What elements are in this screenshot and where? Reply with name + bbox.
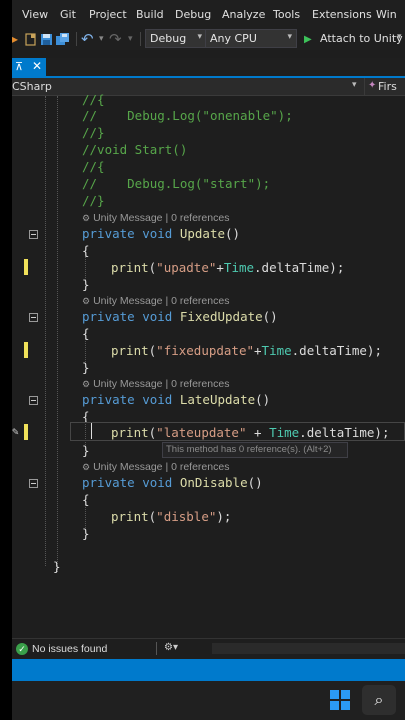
code-line: //} [82,193,105,208]
menu-window[interactable]: Win [376,8,397,21]
code-line: print("upadte"+Time.deltaTime); [111,260,345,275]
class-icon: ✦ [368,80,377,91]
windows-logo[interactable] [330,690,350,710]
project-dropdown[interactable]: CSharp [12,80,52,93]
code-line: } [82,277,90,292]
windows-taskbar: ⌕ [12,681,405,720]
method-declaration-update: private void Update() [82,226,241,241]
menu-git[interactable]: Git [60,8,76,21]
issues-status[interactable]: No issues found [32,643,107,655]
code-line: } [82,360,90,375]
ide-window: View Git Project Build Debug Analyze Too… [12,0,405,720]
horizontal-scrollbar[interactable] [212,643,405,654]
lightbulb-icon[interactable]: ✎ [12,425,19,438]
check-icon[interactable]: ✓ [16,643,28,655]
code-line: } [82,443,90,458]
code-editor[interactable]: //{ // Debug.Log("onenable"); //} //void… [12,92,405,636]
attach-dropdown-icon[interactable]: ▾ [397,32,402,42]
code-line: //{ [82,159,105,174]
gear-icon: ⚙ [82,379,91,389]
code-line: } [53,559,61,574]
code-line: { [82,243,90,258]
fold-toggle[interactable] [29,313,38,322]
menu-extensions[interactable]: Extensions [312,8,372,21]
method-declaration-fixedupdate: private void FixedUpdate() [82,309,278,324]
code-line: //} [82,125,105,140]
fold-toggle[interactable] [29,396,38,405]
menu-view[interactable]: View [22,8,48,21]
search-icon[interactable]: ⌕ [362,685,396,715]
menu-tools[interactable]: Tools [273,8,300,21]
redo-dropdown-icon[interactable]: ▾ [128,31,133,47]
fold-toggle[interactable] [29,230,38,239]
method-declaration-lateupdate: private void LateUpdate() [82,392,271,407]
nav-divider [364,78,365,96]
issues-separator [156,642,157,655]
change-marker [24,342,28,358]
change-marker [24,259,28,275]
toolbar: ▸ ↶ ▾ ↷ ▾ Debug ▾ Any CPU ▾ ▶ Attach to … [12,28,405,50]
code-line: // Debug.Log("onenable"); [82,108,293,123]
indent-guide [45,96,46,566]
issues-bar: ✓ No issues found ⚙▾ [12,638,405,658]
attach-to-unity-button[interactable]: Attach to Unity [320,32,403,45]
fold-toggle[interactable] [29,479,38,488]
menu-analyze[interactable]: Analyze [222,8,265,21]
undo-dropdown-icon[interactable]: ▾ [99,31,104,47]
status-bar [12,659,405,681]
codelens-hint[interactable]: ⚙ Unity Message | 0 references [82,294,229,308]
new-file-icon[interactable] [22,31,38,47]
navigation-bar: CSharp ▾ ✦ Firs [12,78,405,96]
code-line: print("lateupdate" + Time.deltaTime); [111,425,390,440]
text-cursor [91,423,92,439]
chevron-down-icon: ▾ [197,32,202,42]
code-line: { [82,326,90,341]
save-all-icon[interactable] [55,31,71,47]
platform-value: Any CPU [210,32,257,45]
menu-bar: View Git Project Build Debug Analyze Too… [12,0,405,28]
code-line: print("fixedupdate"+Time.deltaTime); [111,343,382,358]
code-line: { [82,492,90,507]
document-tab-strip: ⊼ ✕ [12,58,405,76]
code-line: print("disble"); [111,509,232,524]
brush-dropdown-icon[interactable]: ⚙▾ [164,642,178,653]
code-line: // Debug.Log("start"); [82,176,271,191]
gear-icon: ⚙ [82,213,91,223]
codelens-hint[interactable]: ⚙ Unity Message | 0 references [82,460,229,474]
chevron-down-icon[interactable]: ▾ [352,80,357,90]
active-document-tab[interactable]: ⊼ ✕ [12,58,46,76]
gear-icon: ⚙ [82,462,91,472]
codelens-hint[interactable]: ⚙ Unity Message | 0 references [82,377,229,391]
reference-tooltip: This method has 0 reference(s). (Alt+2) [162,442,348,458]
indent-guide [57,96,58,572]
code-line: } [82,526,90,541]
menu-project[interactable]: Project [89,8,127,21]
change-marker [24,424,28,440]
play-icon[interactable]: ▶ [304,31,312,47]
pin-icon[interactable]: ⊼ [15,60,23,73]
method-declaration-ondisable: private void OnDisable() [82,475,263,490]
chevron-down-icon: ▾ [287,32,292,42]
gear-icon: ⚙ [82,296,91,306]
save-icon[interactable] [38,31,54,47]
menu-build[interactable]: Build [136,8,164,21]
redo-icon[interactable]: ↷ [109,30,122,48]
type-dropdown[interactable]: Firs [378,80,397,93]
code-line: //void Start() [82,142,188,157]
undo-icon[interactable]: ↶ [81,30,94,48]
configuration-value: Debug [150,32,187,45]
platform-select[interactable]: Any CPU ▾ [205,29,297,48]
file-icon[interactable]: ▸ [12,31,18,47]
codelens-hint[interactable]: ⚙ Unity Message | 0 references [82,211,229,225]
configuration-select[interactable]: Debug ▾ [145,29,207,48]
menu-debug[interactable]: Debug [175,8,211,21]
close-icon[interactable]: ✕ [32,59,42,73]
